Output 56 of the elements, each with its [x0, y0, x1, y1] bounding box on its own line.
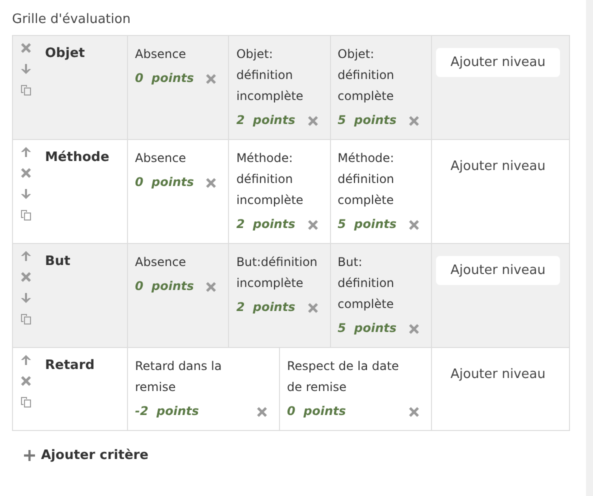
- level-definition[interactable]: Respect de la date de remise: [287, 356, 407, 398]
- delete-icon[interactable]: [20, 42, 32, 54]
- add-level-button[interactable]: Ajouter niveau: [436, 48, 560, 77]
- duplicate-icon[interactable]: [20, 84, 32, 96]
- level-score[interactable]: 0 points: [135, 68, 194, 89]
- level-score[interactable]: 2 points: [236, 110, 296, 131]
- criterion-name[interactable]: But: [39, 244, 128, 347]
- level-definition[interactable]: Objet: définition incomplète: [236, 44, 319, 107]
- level-score[interactable]: 0 points: [135, 276, 194, 297]
- duplicate-icon[interactable]: [20, 209, 32, 221]
- delete-icon[interactable]: [408, 406, 420, 418]
- level-score[interactable]: 5 points: [338, 214, 397, 235]
- down-arrow-icon[interactable]: [20, 292, 32, 304]
- level-score[interactable]: 5 points: [338, 110, 397, 131]
- delete-icon[interactable]: [306, 218, 319, 230]
- delete-icon[interactable]: [205, 176, 218, 188]
- level-score[interactable]: 2 points: [236, 297, 296, 318]
- up-arrow-icon[interactable]: [20, 146, 32, 158]
- section-title: Grille d'évaluation: [12, 12, 131, 27]
- delete-icon[interactable]: [306, 114, 319, 126]
- level-score[interactable]: 0 points: [287, 401, 346, 422]
- delete-icon[interactable]: [20, 271, 32, 283]
- delete-icon[interactable]: [408, 322, 420, 334]
- up-arrow-icon[interactable]: [20, 250, 32, 262]
- plus-icon: [24, 450, 35, 461]
- criterion-name[interactable]: Objet: [39, 36, 128, 139]
- down-arrow-icon[interactable]: [20, 188, 32, 200]
- duplicate-icon[interactable]: [20, 313, 32, 325]
- down-arrow-icon[interactable]: [20, 63, 32, 75]
- level-definition[interactable]: Méthode: définition complète: [338, 148, 420, 211]
- delete-icon[interactable]: [408, 114, 420, 126]
- criterion-name[interactable]: Retard: [39, 348, 128, 430]
- level-definition[interactable]: But: définition complète: [338, 252, 420, 315]
- level-definition[interactable]: Absence: [135, 252, 218, 273]
- level-definition[interactable]: Objet: définition complète: [338, 44, 420, 107]
- level-score[interactable]: 2 points: [236, 214, 296, 235]
- level-definition[interactable]: Méthode: définition incomplète: [236, 148, 319, 211]
- delete-icon[interactable]: [256, 406, 268, 418]
- level-definition[interactable]: Absence: [135, 148, 218, 169]
- duplicate-icon[interactable]: [20, 396, 32, 408]
- delete-icon[interactable]: [306, 302, 319, 314]
- add-criterion-button[interactable]: Ajouter critère: [24, 448, 149, 463]
- level-score[interactable]: 0 points: [135, 172, 194, 193]
- level-definition[interactable]: But:définition incomplète: [236, 252, 319, 294]
- criterion-name[interactable]: Méthode: [39, 140, 128, 243]
- up-arrow-icon[interactable]: [20, 354, 32, 366]
- delete-icon[interactable]: [205, 280, 218, 292]
- delete-icon[interactable]: [20, 375, 32, 387]
- level-definition[interactable]: Retard dans la remise: [135, 356, 255, 398]
- delete-icon[interactable]: [20, 167, 32, 179]
- level-definition[interactable]: Absence: [135, 44, 218, 65]
- add-level-button[interactable]: Ajouter niveau: [436, 256, 560, 285]
- delete-icon[interactable]: [408, 218, 420, 230]
- level-score[interactable]: -2 points: [135, 401, 199, 422]
- level-score[interactable]: 5 points: [338, 318, 397, 339]
- delete-icon[interactable]: [205, 72, 218, 84]
